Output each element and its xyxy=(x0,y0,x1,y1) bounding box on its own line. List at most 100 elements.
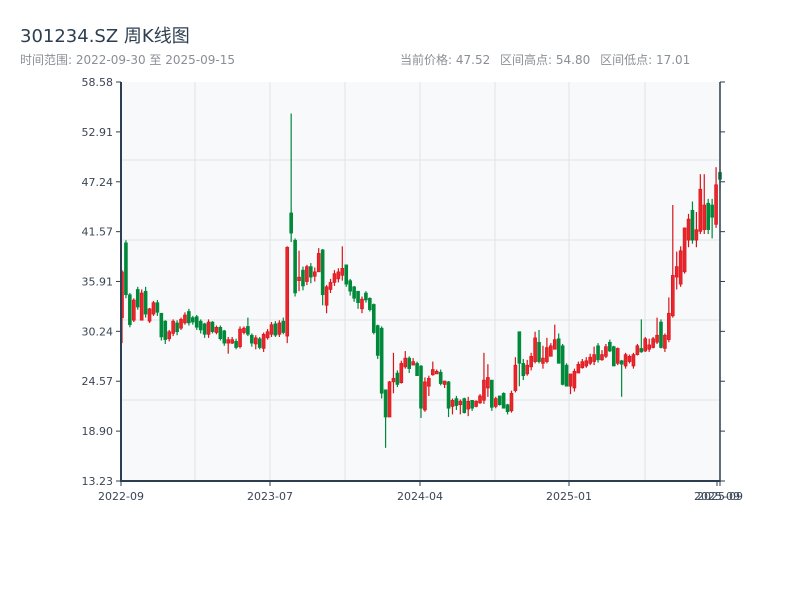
candle-body xyxy=(525,364,530,375)
candle-body xyxy=(478,395,482,404)
candle-body xyxy=(482,379,486,401)
candle-body xyxy=(647,344,651,350)
candle-body xyxy=(710,204,714,218)
x-tick-label: 2022-09 xyxy=(98,490,144,503)
x-tick-label: 2024-04 xyxy=(397,490,443,503)
candle-body xyxy=(214,326,219,333)
candle xyxy=(285,246,290,344)
candle-body xyxy=(218,326,223,340)
candle-body xyxy=(387,381,392,418)
candle-body xyxy=(383,389,388,418)
candle xyxy=(501,392,506,409)
x-tick-label: 2023-07 xyxy=(247,490,293,503)
candle-body xyxy=(474,400,478,407)
candle xyxy=(564,363,569,387)
candle-body xyxy=(545,347,549,362)
candle-body xyxy=(596,345,600,361)
candle-body xyxy=(187,311,191,324)
candle xyxy=(631,352,636,369)
candle-body xyxy=(191,317,195,323)
candle-body xyxy=(438,371,443,384)
candle-body xyxy=(348,280,352,292)
x-tick-label: 2025-01 xyxy=(546,490,592,503)
candle xyxy=(124,240,128,299)
candle-body xyxy=(454,398,459,406)
candle-body xyxy=(670,275,675,317)
candle-body xyxy=(273,323,278,336)
candle xyxy=(379,326,384,399)
candle-body xyxy=(486,377,490,389)
candle-body xyxy=(667,312,671,340)
candle xyxy=(159,312,164,341)
candle-body xyxy=(497,395,502,406)
candle-body xyxy=(171,320,175,334)
y-tick-label: 30.24 xyxy=(82,325,114,338)
candle-body xyxy=(183,314,187,324)
candle xyxy=(596,343,600,363)
y-tick-label: 47.24 xyxy=(82,176,114,189)
candle-body xyxy=(588,356,592,364)
candle-body xyxy=(132,299,136,321)
candle xyxy=(415,361,419,376)
candle-body xyxy=(643,338,648,352)
candle-body xyxy=(375,325,380,356)
candle xyxy=(611,345,616,367)
candle-body xyxy=(159,312,164,338)
candle-body xyxy=(155,302,160,313)
candle-body xyxy=(678,250,683,285)
candle-body xyxy=(230,339,234,344)
candle-body xyxy=(175,322,179,332)
candle-body xyxy=(234,341,238,348)
candle-body xyxy=(135,289,140,308)
y-tick-label: 58.58 xyxy=(82,76,114,89)
candle-body xyxy=(320,249,325,296)
candle-body xyxy=(395,372,400,385)
candle xyxy=(623,352,628,369)
candle xyxy=(187,308,191,326)
candle-body xyxy=(651,338,655,348)
candle-body xyxy=(356,290,360,303)
candle-body xyxy=(309,266,313,278)
candle-body xyxy=(623,354,628,367)
candle-body xyxy=(285,246,290,337)
candle-body xyxy=(698,188,703,232)
candle-body xyxy=(269,324,274,335)
candle-body xyxy=(206,321,211,335)
candle-body xyxy=(399,363,404,384)
candle-body xyxy=(434,370,439,375)
candle xyxy=(659,319,663,349)
candle xyxy=(462,397,467,414)
candle-body xyxy=(265,331,270,339)
candle-body xyxy=(332,273,337,283)
candle-body xyxy=(462,398,467,413)
candle xyxy=(139,289,144,321)
candle-body xyxy=(537,341,541,362)
candle xyxy=(474,400,478,408)
candle-body xyxy=(379,327,384,394)
candle xyxy=(344,264,349,287)
candle xyxy=(293,238,297,297)
candle-body xyxy=(505,404,510,413)
candle-body xyxy=(635,345,640,355)
candle-body xyxy=(139,292,144,321)
candle xyxy=(257,336,262,350)
candle-body xyxy=(242,327,246,333)
candle-body xyxy=(250,334,254,344)
candle-body xyxy=(246,326,250,335)
candle xyxy=(151,300,156,316)
candle-body xyxy=(403,357,408,368)
candle-body xyxy=(584,360,589,367)
candle-body xyxy=(608,341,612,352)
candle-body xyxy=(128,294,132,325)
candle xyxy=(493,396,498,409)
candle-body xyxy=(151,302,156,315)
candle xyxy=(222,329,227,346)
y-tick-label: 24.57 xyxy=(82,375,114,388)
candle-body xyxy=(222,330,227,344)
candle-body xyxy=(529,356,533,368)
candle-body xyxy=(360,298,364,310)
candle-body xyxy=(431,369,435,376)
candle-body xyxy=(655,334,659,343)
candle xyxy=(497,395,502,406)
candle-body xyxy=(312,271,317,277)
